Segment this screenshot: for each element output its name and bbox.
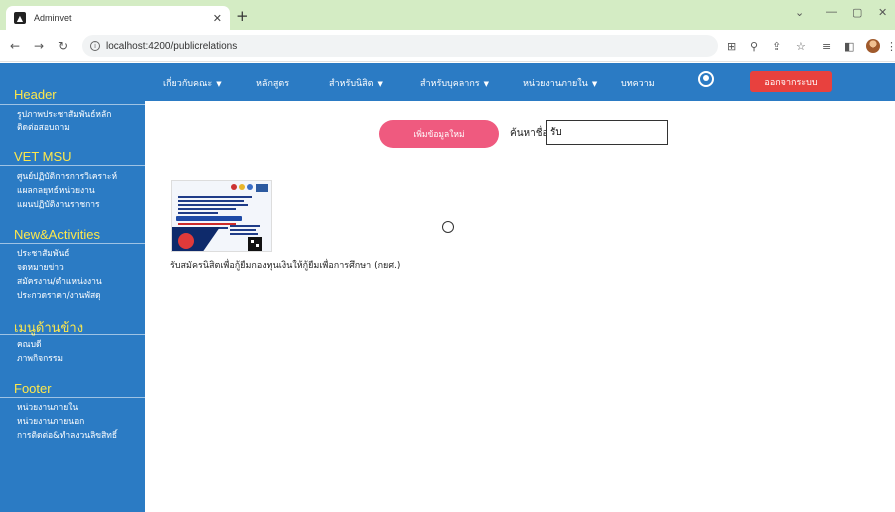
close-tab-icon[interactable]: ✕ [213,12,222,25]
url-text: localhost:4200/publicrelations [106,40,238,52]
pr-poster-image [172,181,271,251]
sidebar-item-dean[interactable]: คณบดี [17,337,42,351]
nav-internal-units[interactable]: หน่วยงานภายใน ▼ [523,76,597,90]
reading-list-icon[interactable]: ≡ [822,40,831,53]
side-panel-icon[interactable]: ◧ [844,40,854,53]
sidebar-divider [0,104,145,105]
nav-about-faculty[interactable]: เกี่ยวกับคณะ ▼ [163,76,222,90]
sidebar-item-newsletter[interactable]: จดหมายข่าว [17,260,64,274]
address-bar: ← → ↻ i localhost:4200/publicrelations ⊞… [0,30,895,62]
sidebar-item-procurement[interactable]: ประกวดราคา/งานพัสดุ [17,288,101,302]
sidebar-item-action-plan[interactable]: แผนปฏิบัติงานราชการ [17,197,100,211]
nav-curriculum[interactable]: หลักสูตร [256,76,289,90]
share-icon[interactable]: ⇪ [772,40,781,53]
sidebar-item-strategy[interactable]: แผลกลยุทธ์หน่วยงาน [17,183,95,197]
sidebar-divider [0,397,145,398]
app-favicon-icon: ▲ [14,12,26,24]
sidebar-section-header: Header [14,87,57,102]
nav-label: เกี่ยวกับคณะ [163,79,213,89]
sidebar-item-contact[interactable]: ติดต่อสอบถาม [17,120,70,134]
sidebar-section-vetmsu: VET MSU [14,149,72,164]
nav-articles[interactable]: บทความ [621,76,655,90]
pr-card-image[interactable] [171,180,272,252]
nav-label: สำหรับนิสิต [329,79,374,89]
back-icon[interactable]: ← [10,39,20,53]
top-navigation: เกี่ยวกับคณะ ▼ หลักสูตร สำหรับนิสิต ▼ สำหร… [145,63,895,101]
chevron-down-icon: ▼ [483,80,490,88]
forward-icon[interactable]: → [34,39,44,53]
window-close-icon[interactable]: ✕ [878,6,887,19]
sidebar-item-activity-photos[interactable]: ภาพกิจกรรม [17,351,63,365]
nav-label: หลักสูตร [256,79,290,89]
browser-tab-strip: ▲ Adminvet ✕ + ⌄ — ▢ ✕ [0,0,895,30]
translate-icon[interactable]: ⊞ [727,40,736,53]
sidebar-item-internal-units[interactable]: หน่วยงานภายใน [17,400,78,414]
add-new-button[interactable]: เพิ่มข้อมูลใหม่ [379,120,499,148]
sidebar-item-public-relations[interactable]: ประชาสัมพันธ์ [17,246,69,260]
loading-spinner-icon [442,221,454,233]
new-tab-icon[interactable]: + [236,7,249,25]
browser-tab[interactable]: ▲ Adminvet ✕ [6,6,230,30]
chevron-down-icon: ▼ [591,80,598,88]
sidebar-divider [0,165,145,166]
pr-card-caption[interactable]: รับสมัครนิสิตเพื่อกู้ยืมกองทุนเงินให้กู้… [170,258,400,272]
bookmark-star-icon[interactable]: ☆ [796,40,806,53]
nav-label: บทความ [621,79,655,89]
user-account-icon[interactable] [698,71,714,87]
nav-label: หน่วยงานภายใน [523,79,588,89]
minimize-icon[interactable]: — [826,6,837,18]
sidebar-item-analysis-center[interactable]: ศูนย์ปฏิบัติการการวิเคราะห์ [17,169,117,183]
maximize-icon[interactable]: ▢ [852,6,862,19]
search-label: ค้นหาชื่อ [510,128,549,139]
chevron-down-icon: ▼ [216,80,222,88]
sidebar-item-jobs[interactable]: สมัครงาน/ตำแหน่งงาน [17,274,102,288]
chevron-down-icon: ▼ [377,80,383,88]
profile-avatar[interactable] [866,39,880,53]
zoom-icon[interactable]: ⚲ [750,40,758,53]
sidebar-section-footer: Footer [14,381,52,396]
sidebar-item-main-pr-image[interactable]: รูปภาพประชาสัมพันธ์หลัก [17,107,111,121]
sidebar-divider [0,243,145,244]
sidebar-section-news: New&Activities [14,227,100,242]
nav-label: สำหรับบุคลากร [420,79,480,89]
site-info-icon[interactable]: i [90,41,100,51]
menu-kebab-icon[interactable]: ⋮ [886,40,895,53]
tab-title: Adminvet [34,13,72,23]
search-input[interactable] [546,120,668,145]
sidebar: Header รูปภาพประชาสัมพันธ์หลัก ติดต่อสอบ… [0,63,145,512]
url-field[interactable]: i localhost:4200/publicrelations [82,35,718,57]
nav-for-staff[interactable]: สำหรับบุคลากร ▼ [420,76,489,90]
logout-button[interactable]: ออกจากระบบ [750,71,832,92]
tab-search-chevron-icon[interactable]: ⌄ [795,6,804,19]
reload-icon[interactable]: ↻ [58,39,68,53]
sidebar-item-external-units[interactable]: หน่วยงานภายนอก [17,414,84,428]
sidebar-item-contact-copyright[interactable]: การติดต่อ&ทำลงวนลิขสิทธิ์ [17,428,117,442]
nav-for-students[interactable]: สำหรับนิสิต ▼ [329,76,383,90]
sidebar-divider [0,334,145,335]
